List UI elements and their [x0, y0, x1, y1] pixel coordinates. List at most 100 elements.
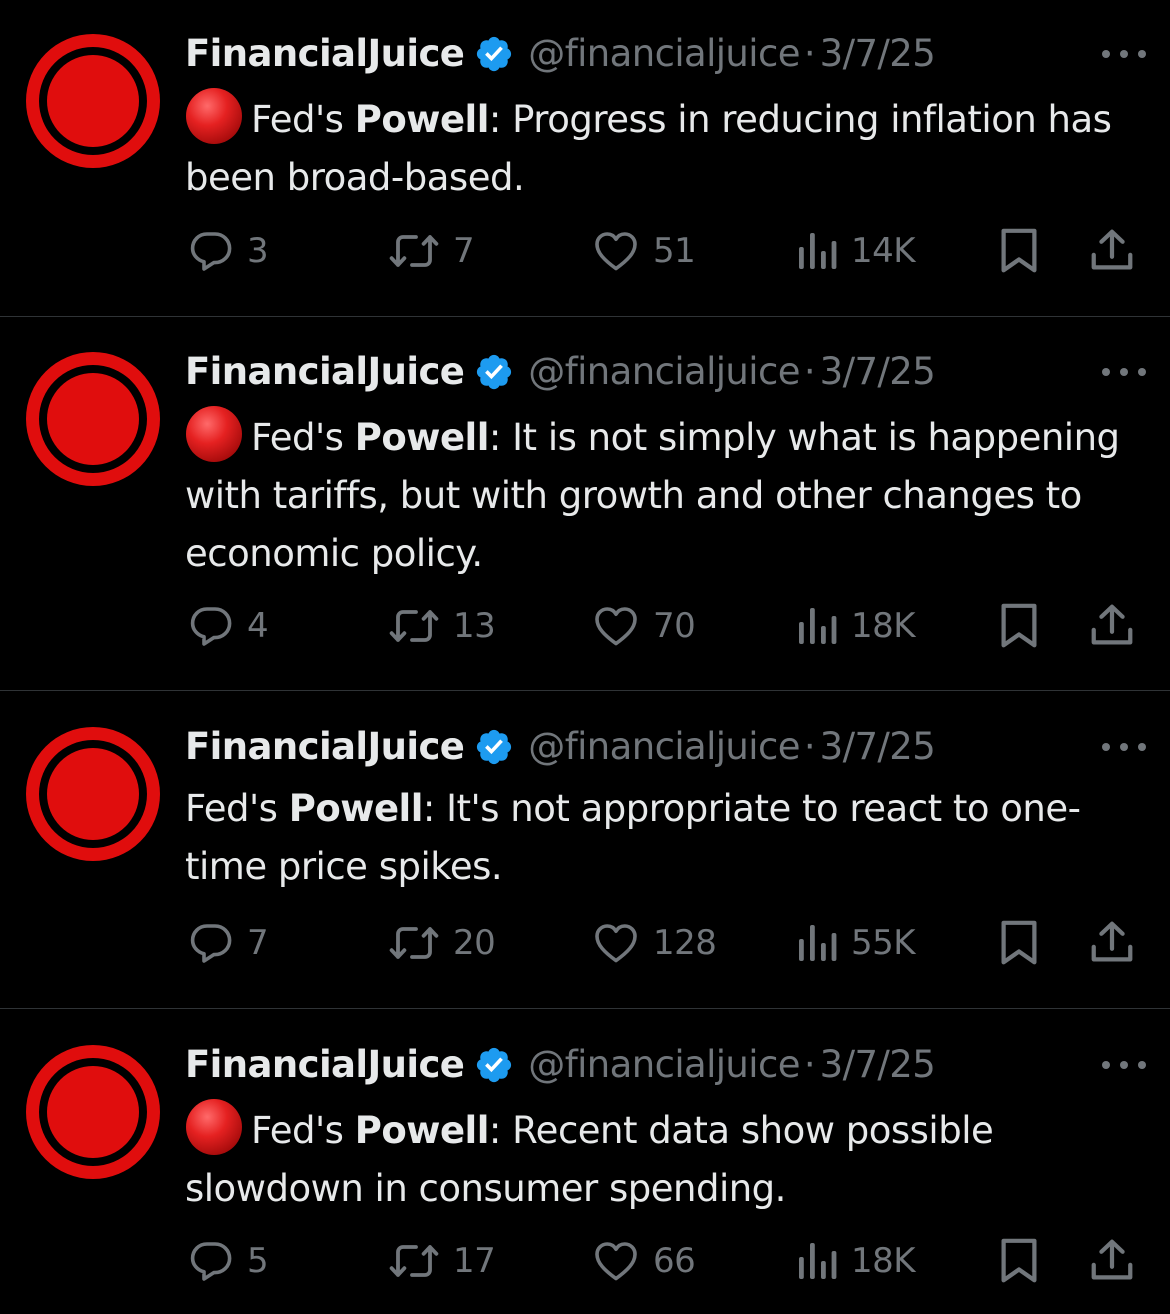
share-button[interactable] — [1088, 918, 1136, 968]
reply-count: 3 — [247, 231, 269, 271]
bookmark-icon — [1001, 603, 1037, 648]
more-options-button[interactable] — [1100, 1050, 1148, 1080]
like-count: 51 — [653, 231, 696, 271]
repost-button[interactable]: 13 — [387, 601, 496, 651]
tweet-text-prefix: Fed's — [251, 98, 355, 141]
repost-button[interactable]: 20 — [387, 918, 496, 968]
views-count: 14K — [851, 231, 916, 271]
tweet-header: FinancialJuice @financialjuice · 3/7/25 — [185, 1040, 936, 1090]
share-upload-icon — [1091, 229, 1133, 270]
like-button[interactable]: 51 — [591, 226, 696, 276]
avatar[interactable] — [26, 1045, 160, 1179]
tweet-text: Fed's Powell: It's not appropriate to re… — [185, 780, 1145, 896]
tweet-header: FinancialJuice @financialjuice · 3/7/25 — [185, 29, 936, 79]
avatar[interactable] — [26, 352, 160, 486]
author-name[interactable]: FinancialJuice — [185, 29, 465, 79]
tweet-text-bold: Powell — [354, 98, 490, 141]
like-button[interactable]: 66 — [591, 1236, 696, 1286]
tweet[interactable]: FinancialJuice @financialjuice · 3/7/25 … — [0, 317, 1170, 691]
verified-badge-icon — [477, 36, 512, 72]
tweet-text-bold: Powell — [354, 416, 490, 459]
repost-arrows-icon — [389, 1245, 439, 1277]
views-button[interactable]: 14K — [795, 226, 916, 276]
share-button[interactable] — [1088, 601, 1136, 651]
views-bars-icon — [799, 233, 837, 269]
repost-button[interactable]: 17 — [387, 1236, 496, 1286]
avatar[interactable] — [26, 34, 160, 168]
reply-button[interactable]: 7 — [187, 918, 269, 968]
views-bars-icon — [799, 1243, 837, 1279]
reply-count: 5 — [247, 1241, 269, 1281]
tweet-text-bold: Powell — [288, 787, 424, 830]
share-upload-icon — [1091, 921, 1133, 962]
separator-dot: · — [803, 725, 816, 768]
repost-arrows-icon — [389, 235, 439, 267]
bookmark-button[interactable] — [997, 601, 1041, 651]
reply-bubble-icon — [190, 232, 232, 271]
tweet-date[interactable]: 3/7/25 — [820, 1040, 936, 1090]
verified-badge-icon — [477, 1047, 512, 1083]
tweet-actions: 4 13 70 18K — [185, 601, 1142, 651]
tweet-date[interactable]: 3/7/25 — [820, 29, 936, 79]
tweet[interactable]: FinancialJuice @financialjuice · 3/7/25 … — [0, 0, 1170, 317]
author-name[interactable]: FinancialJuice — [185, 347, 465, 397]
separator-dot: · — [803, 350, 816, 393]
heart-icon — [595, 607, 637, 646]
bookmark-button[interactable] — [997, 1236, 1041, 1286]
share-upload-icon — [1091, 1239, 1133, 1280]
views-count: 55K — [851, 923, 916, 963]
author-handle[interactable]: @financialjuice — [528, 1040, 800, 1090]
share-button[interactable] — [1088, 1236, 1136, 1286]
more-options-button[interactable] — [1100, 357, 1148, 387]
more-options-button[interactable] — [1100, 39, 1148, 69]
views-count: 18K — [851, 1241, 916, 1281]
bookmark-button[interactable] — [997, 226, 1041, 276]
bookmark-icon — [1001, 228, 1037, 273]
verified-badge-icon — [477, 354, 512, 390]
tweet-text: Fed's Powell: It is not simply what is h… — [185, 405, 1145, 583]
views-button[interactable]: 18K — [795, 601, 916, 651]
author-name[interactable]: FinancialJuice — [185, 1040, 465, 1090]
bookmark-button[interactable] — [997, 918, 1041, 968]
tweet[interactable]: FinancialJuice @financialjuice · 3/7/25 … — [0, 691, 1170, 1009]
tweet-text-prefix: Fed's — [185, 787, 289, 830]
repost-arrows-icon — [389, 927, 439, 959]
reply-button[interactable]: 4 — [187, 601, 269, 651]
red-circle-emoji-icon — [186, 406, 242, 462]
reply-button[interactable]: 5 — [187, 1236, 269, 1286]
heart-icon — [595, 924, 637, 963]
tweet-header: FinancialJuice @financialjuice · 3/7/25 — [185, 722, 936, 772]
author-handle[interactable]: @financialjuice — [528, 347, 800, 397]
tweet-date[interactable]: 3/7/25 — [820, 722, 936, 772]
bookmark-icon — [1001, 920, 1037, 965]
author-name[interactable]: FinancialJuice — [185, 722, 465, 772]
author-handle[interactable]: @financialjuice — [528, 722, 800, 772]
more-options-button[interactable] — [1100, 732, 1148, 762]
like-count: 70 — [653, 606, 696, 646]
repost-count: 20 — [453, 923, 496, 963]
bookmark-icon — [1001, 1238, 1037, 1283]
share-button[interactable] — [1088, 226, 1136, 276]
reply-bubble-icon — [190, 1242, 232, 1281]
like-count: 66 — [653, 1241, 696, 1281]
author-handle[interactable]: @financialjuice — [528, 29, 800, 79]
tweet-text-bold: Powell — [354, 1109, 490, 1152]
repost-arrows-icon — [389, 610, 439, 642]
reply-count: 4 — [247, 606, 269, 646]
views-button[interactable]: 55K — [795, 918, 916, 968]
reply-button[interactable]: 3 — [187, 226, 269, 276]
views-button[interactable]: 18K — [795, 1236, 916, 1286]
like-button[interactable]: 128 — [591, 918, 717, 968]
tweet-date[interactable]: 3/7/25 — [820, 347, 936, 397]
share-upload-icon — [1091, 604, 1133, 645]
tweet[interactable]: FinancialJuice @financialjuice · 3/7/25 … — [0, 1009, 1170, 1314]
tweet-actions: 5 17 66 18K — [185, 1236, 1142, 1286]
repost-count: 17 — [453, 1241, 496, 1281]
tweet-text: Fed's Powell: Progress in reducing infla… — [185, 87, 1145, 207]
tweet-actions: 7 20 128 55K — [185, 918, 1142, 968]
separator-dot: · — [803, 32, 816, 75]
repost-button[interactable]: 7 — [387, 226, 475, 276]
tweet-text-prefix: Fed's — [251, 416, 355, 459]
avatar[interactable] — [26, 727, 160, 861]
like-button[interactable]: 70 — [591, 601, 696, 651]
